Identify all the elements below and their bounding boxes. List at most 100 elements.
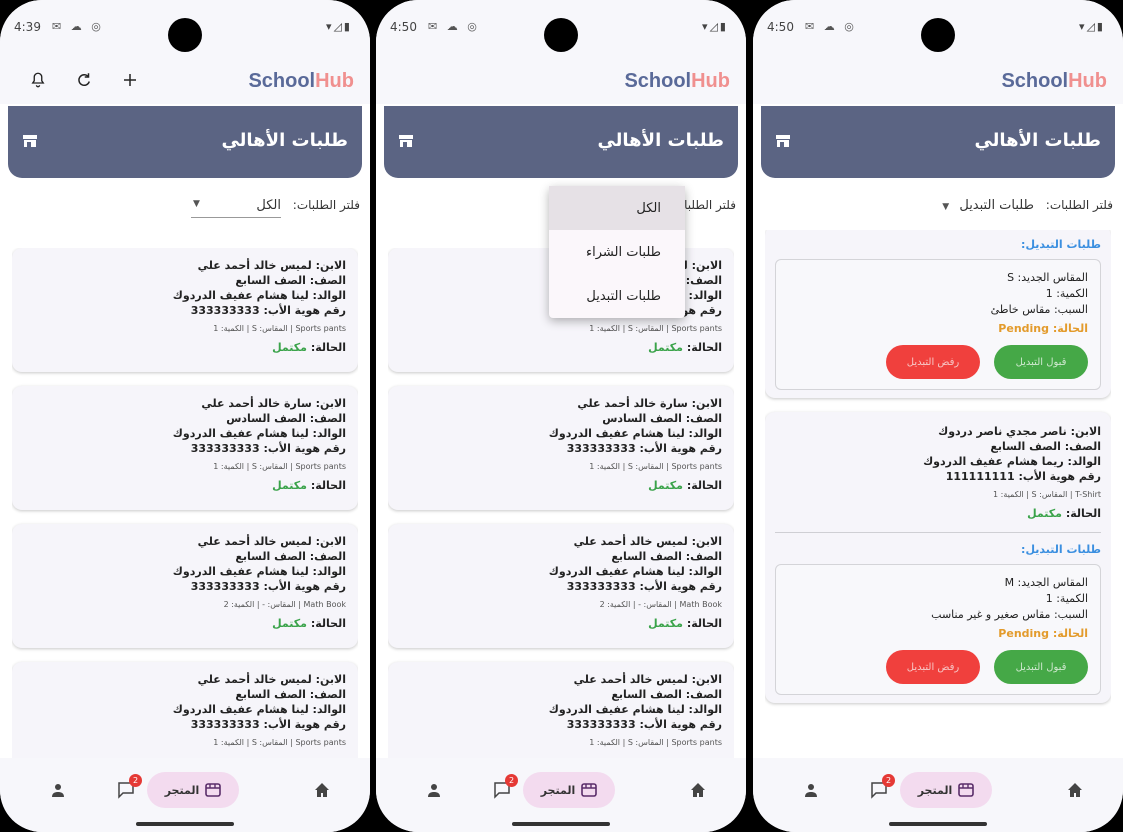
order-items: Sports pants | المقاس: S | الكمية: 1 [589, 738, 722, 747]
accept-exchange-button[interactable]: قبول التبديل [994, 345, 1088, 379]
status-value: مكتمل [648, 479, 683, 492]
reject-exchange-button[interactable]: رفض التبديل [886, 345, 980, 379]
store-icon[interactable] [398, 134, 414, 148]
screenshot-stage: 4:39 ✉ ☁ ◎ ▾◿▮ SchoolHub طلبات الأهالي ف… [0, 0, 1123, 832]
child-grade: الصف: الصف السابع [235, 688, 346, 701]
notification-icons: ✉ ☁ ◎ [805, 20, 857, 33]
exchange-heading: طلبات التبديل: [1021, 543, 1101, 556]
order-card: الابن: لميس خالد أحمد علي الصف: الصف الس… [12, 662, 358, 764]
brand-logo: SchoolHub [624, 70, 730, 93]
brand-school: School [248, 70, 316, 92]
notifications-bell-icon[interactable] [24, 66, 52, 94]
brand-school: School [1001, 70, 1069, 92]
page-title: طلبات الأهالي [221, 130, 348, 151]
nav-profile-icon[interactable] [793, 772, 829, 808]
dropdown-option-purchase[interactable]: طلبات الشراء [549, 230, 685, 274]
status-bar: 4:50 ✉ ☁ ◎ ▾◿▮ [376, 0, 746, 56]
order-status: الحالة: مكتمل [24, 617, 346, 630]
nav-home-icon[interactable] [304, 772, 340, 808]
brand-hub: Hub [691, 70, 730, 92]
filter-label: فلتر الطلبات: [1045, 198, 1113, 212]
parent-name: الوالد: لينا هشام عفيف الدردوك [172, 427, 346, 440]
quantity: الكمية: 1 [1045, 287, 1088, 300]
brand-hub: Hub [315, 70, 354, 92]
page-header: طلبات الأهالي [384, 106, 738, 178]
nav-store-tab[interactable]: المتجر [523, 772, 615, 808]
status-label: الحالة: [310, 479, 346, 492]
exchange-card: طلبات التبديل: المقاس الجديد: S الكمية: … [765, 230, 1111, 398]
brand-school: School [624, 70, 692, 92]
chat-badge: 2 [882, 774, 895, 787]
add-icon[interactable] [116, 66, 144, 94]
phone-screen-all-requests: 4:39 ✉ ☁ ◎ ▾◿▮ SchoolHub طلبات الأهالي ف… [0, 0, 370, 832]
nav-store-tab[interactable]: المتجر [900, 772, 992, 808]
parent-id: رقم هوية الأب: 333333333 [566, 580, 722, 593]
filter-value: طلبات التبديل [959, 198, 1034, 213]
page-header: طلبات الأهالي [8, 106, 362, 178]
order-items: T-Shirt | المقاس: S | الكمية: 1 [992, 490, 1101, 499]
camera-cutout [544, 18, 578, 52]
store-icon [205, 783, 222, 797]
nav-home-icon[interactable] [680, 772, 716, 808]
order-items: Math Book | المقاس: - | الكمية: 2 [223, 600, 346, 609]
order-items: Sports pants | المقاس: S | الكمية: 1 [213, 324, 346, 333]
accept-exchange-button[interactable]: قبول التبديل [994, 650, 1088, 684]
chat-badge: 2 [505, 774, 518, 787]
store-icon [958, 783, 975, 797]
child-name: الابن: لميس خالد أحمد علي [197, 673, 346, 686]
divider [775, 532, 1101, 533]
bottom-nav: 2 المتجر [0, 758, 370, 832]
order-status: الحالة: مكتمل [400, 617, 722, 630]
child-name: الابن: سارة خالد أحمد علي [577, 397, 722, 410]
order-items: Math Book | المقاس: - | الكمية: 2 [599, 600, 722, 609]
orders-list[interactable]: الابن: لميس خالد أحمد علي الصف: الصف الس… [12, 248, 358, 764]
nav-chat-icon[interactable]: 2 [861, 772, 897, 808]
page-header: طلبات الأهالي [761, 106, 1115, 178]
order-card: الابن: سارة خالد أحمد علي الصف: الصف الس… [388, 386, 734, 510]
parent-id: رقم هوية الأب: 333333333 [566, 442, 722, 455]
status-label: الحالة: [1065, 507, 1101, 520]
home-indicator [512, 822, 610, 826]
nav-profile-icon[interactable] [416, 772, 452, 808]
nav-chat-icon[interactable]: 2 [484, 772, 520, 808]
child-name: الابن: سارة خالد أحمد علي [201, 397, 346, 410]
order-items: Sports pants | المقاس: S | الكمية: 1 [213, 462, 346, 471]
brand-hub: Hub [1068, 70, 1107, 92]
parent-name: الوالد: لينا هشام عفيف الدردوك [172, 565, 346, 578]
status-label: الحالة: [686, 479, 722, 492]
orders-list[interactable]: الابن: لميس خالد أحمد علي الصف: الصف الس… [388, 248, 734, 764]
store-icon[interactable] [22, 134, 38, 148]
nav-store-tab[interactable]: المتجر [147, 772, 239, 808]
filter-dropdown[interactable]: طلبات التبديل ▼ [942, 198, 1034, 217]
filter-dropdown-menu[interactable]: الكل طلبات الشراء طلبات التبديل [549, 186, 685, 318]
status-value: مكتمل [272, 479, 307, 492]
brand-logo: SchoolHub [248, 70, 354, 93]
order-status: الحالة: مكتمل [400, 341, 722, 354]
nav-home-icon[interactable] [1057, 772, 1093, 808]
status-label: الحالة: [310, 341, 346, 354]
status-time: 4:39 [14, 20, 41, 34]
phone-screen-exchange-requests: 4:50 ✉ ☁ ◎ ▾◿▮ SchoolHub طلبات الأهالي ف… [753, 0, 1123, 832]
parent-name: الوالد: لينا هشام عفيف الدردوك [548, 427, 722, 440]
exchange-status: الحالة: Pending [998, 627, 1088, 640]
status-value: مكتمل [272, 341, 307, 354]
exchange-list[interactable]: طلبات التبديل: المقاس الجديد: S الكمية: … [765, 230, 1111, 764]
dropdown-option-exchange[interactable]: طلبات التبديل [549, 274, 685, 318]
child-grade: الصف: الصف السابع [235, 550, 346, 563]
filter-dropdown[interactable]: الكل ▼ [190, 198, 281, 218]
order-card: الابن: سارة خالد أحمد علي الصف: الصف الس… [12, 386, 358, 510]
status-time: 4:50 [390, 20, 417, 34]
reject-exchange-button[interactable]: رفض التبديل [886, 650, 980, 684]
nav-profile-icon[interactable] [40, 772, 76, 808]
refresh-icon[interactable] [70, 66, 98, 94]
exchange-actions: قبول التبديل رفض التبديل [788, 650, 1088, 684]
dropdown-option-all[interactable]: الكل [549, 186, 685, 230]
nav-chat-icon[interactable]: 2 [108, 772, 144, 808]
status-value: مكتمل [648, 617, 683, 630]
camera-cutout [921, 18, 955, 52]
status-value: مكتمل [1027, 507, 1062, 520]
store-icon[interactable] [775, 134, 791, 148]
status-bar: 4:39 ✉ ☁ ◎ ▾◿▮ [0, 0, 370, 56]
order-items: Sports pants | المقاس: S | الكمية: 1 [589, 324, 722, 333]
wifi-battery-icons: ▾◿▮ [701, 20, 728, 33]
